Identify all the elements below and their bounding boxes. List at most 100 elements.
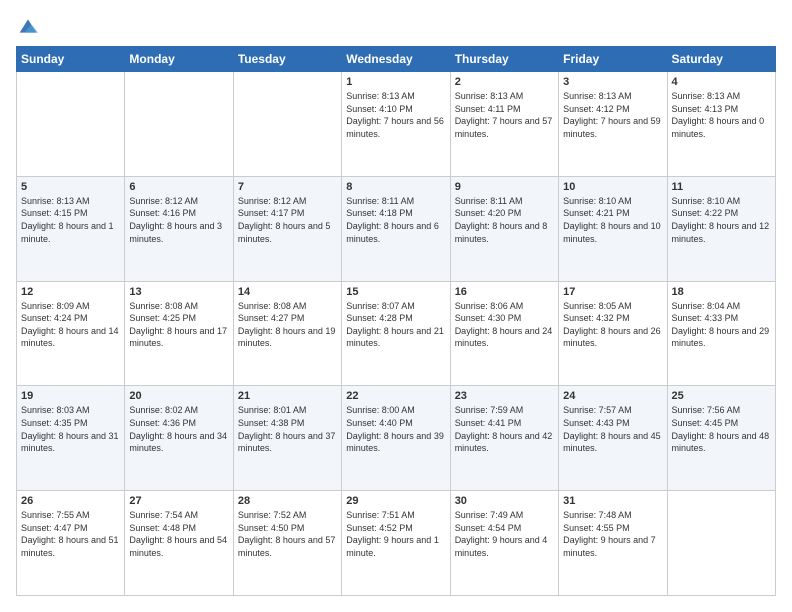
calendar-cell: 30 Sunrise: 7:49 AMSunset: 4:54 PMDayligh… [450, 491, 558, 596]
day-info: Sunrise: 7:59 AMSunset: 4:41 PMDaylight:… [455, 404, 554, 454]
day-number: 21 [238, 390, 337, 402]
calendar-cell: 23 Sunrise: 7:59 AMSunset: 4:41 PMDayligh… [450, 386, 558, 491]
day-number: 2 [455, 76, 554, 88]
day-info: Sunrise: 8:10 AMSunset: 4:21 PMDaylight:… [563, 195, 662, 245]
day-number: 10 [563, 181, 662, 193]
day-info: Sunrise: 8:08 AMSunset: 4:27 PMDaylight:… [238, 300, 337, 350]
calendar-cell: 18 Sunrise: 8:04 AMSunset: 4:33 PMDayligh… [667, 281, 775, 386]
weekday-header-thursday: Thursday [450, 47, 558, 72]
calendar-cell: 15 Sunrise: 8:07 AMSunset: 4:28 PMDayligh… [342, 281, 450, 386]
day-info: Sunrise: 8:13 AMSunset: 4:10 PMDaylight:… [346, 90, 445, 140]
day-number: 13 [129, 286, 228, 298]
day-number: 15 [346, 286, 445, 298]
calendar-cell: 7Sunrise: 8:12 AMSunset: 4:17 PMDaylight… [233, 176, 341, 281]
day-number: 16 [455, 286, 554, 298]
day-info: Sunrise: 8:12 AMSunset: 4:16 PMDaylight:… [129, 195, 228, 245]
day-number: 29 [346, 495, 445, 507]
weekday-header-sunday: Sunday [17, 47, 125, 72]
day-info: Sunrise: 7:51 AMSunset: 4:52 PMDaylight:… [346, 509, 445, 559]
day-number: 5 [21, 181, 120, 193]
day-number: 27 [129, 495, 228, 507]
day-info: Sunrise: 7:57 AMSunset: 4:43 PMDaylight:… [563, 404, 662, 454]
calendar-cell: 4 Sunrise: 8:13 AMSunset: 4:13 PMDaylight… [667, 72, 775, 177]
day-number: 28 [238, 495, 337, 507]
calendar-cell: 14 Sunrise: 8:08 AMSunset: 4:27 PMDayligh… [233, 281, 341, 386]
calendar-cell: 16 Sunrise: 8:06 AMSunset: 4:30 PMDayligh… [450, 281, 558, 386]
calendar-cell: 26 Sunrise: 7:55 AMSunset: 4:47 PMDayligh… [17, 491, 125, 596]
day-info: Sunrise: 8:12 AMSunset: 4:17 PMDaylight:… [238, 195, 337, 245]
day-info: Sunrise: 7:56 AMSunset: 4:45 PMDaylight:… [672, 404, 771, 454]
day-number: 25 [672, 390, 771, 402]
day-info: Sunrise: 8:13 AMSunset: 4:15 PMDaylight:… [21, 195, 120, 245]
day-info: Sunrise: 8:00 AMSunset: 4:40 PMDaylight:… [346, 404, 445, 454]
calendar-cell: 21Sunrise: 8:01 AMSunset: 4:38 PMDayligh… [233, 386, 341, 491]
calendar-cell: 17 Sunrise: 8:05 AMSunset: 4:32 PMDayligh… [559, 281, 667, 386]
calendar-cell: 27 Sunrise: 7:54 AMSunset: 4:48 PMDayligh… [125, 491, 233, 596]
day-number: 26 [21, 495, 120, 507]
calendar-cell: 28 Sunrise: 7:52 AMSunset: 4:50 PMDayligh… [233, 491, 341, 596]
day-number: 4 [672, 76, 771, 88]
calendar-cell: 9Sunrise: 8:11 AMSunset: 4:20 PMDaylight… [450, 176, 558, 281]
day-number: 1 [346, 76, 445, 88]
day-number: 6 [129, 181, 228, 193]
week-row-3: 12 Sunrise: 8:09 AMSunset: 4:24 PMDayligh… [17, 281, 776, 386]
calendar-cell: 10 Sunrise: 8:10 AMSunset: 4:21 PMDayligh… [559, 176, 667, 281]
calendar-cell: 31Sunrise: 7:48 AMSunset: 4:55 PMDayligh… [559, 491, 667, 596]
logo [16, 16, 38, 36]
calendar-cell: 25 Sunrise: 7:56 AMSunset: 4:45 PMDayligh… [667, 386, 775, 491]
calendar-cell: 20Sunrise: 8:02 AMSunset: 4:36 PMDayligh… [125, 386, 233, 491]
week-row-4: 19Sunrise: 8:03 AMSunset: 4:35 PMDayligh… [17, 386, 776, 491]
week-row-5: 26 Sunrise: 7:55 AMSunset: 4:47 PMDayligh… [17, 491, 776, 596]
day-info: Sunrise: 7:49 AMSunset: 4:54 PMDaylight:… [455, 509, 554, 559]
calendar-cell: 22 Sunrise: 8:00 AMSunset: 4:40 PMDayligh… [342, 386, 450, 491]
day-number: 14 [238, 286, 337, 298]
week-row-1: 1 Sunrise: 8:13 AMSunset: 4:10 PMDaylight… [17, 72, 776, 177]
day-info: Sunrise: 8:13 AMSunset: 4:13 PMDaylight:… [672, 90, 771, 140]
day-info: Sunrise: 7:48 AMSunset: 4:55 PMDaylight:… [563, 509, 662, 559]
day-info: Sunrise: 8:05 AMSunset: 4:32 PMDaylight:… [563, 300, 662, 350]
calendar-cell: 1 Sunrise: 8:13 AMSunset: 4:10 PMDaylight… [342, 72, 450, 177]
day-number: 18 [672, 286, 771, 298]
day-number: 11 [672, 181, 771, 193]
day-info: Sunrise: 8:04 AMSunset: 4:33 PMDaylight:… [672, 300, 771, 350]
calendar-cell [667, 491, 775, 596]
day-number: 8 [346, 181, 445, 193]
day-number: 23 [455, 390, 554, 402]
day-number: 19 [21, 390, 120, 402]
calendar-cell: 8 Sunrise: 8:11 AMSunset: 4:18 PMDaylight… [342, 176, 450, 281]
calendar-page: SundayMondayTuesdayWednesdayThursdayFrid… [0, 0, 792, 612]
calendar-cell [125, 72, 233, 177]
calendar-cell: 19Sunrise: 8:03 AMSunset: 4:35 PMDayligh… [17, 386, 125, 491]
calendar-cell: 11 Sunrise: 8:10 AMSunset: 4:22 PMDayligh… [667, 176, 775, 281]
day-info: Sunrise: 8:07 AMSunset: 4:28 PMDaylight:… [346, 300, 445, 350]
day-number: 17 [563, 286, 662, 298]
day-info: Sunrise: 8:10 AMSunset: 4:22 PMDaylight:… [672, 195, 771, 245]
calendar-cell: 2 Sunrise: 8:13 AMSunset: 4:11 PMDaylight… [450, 72, 558, 177]
weekday-header-monday: Monday [125, 47, 233, 72]
day-info: Sunrise: 8:08 AMSunset: 4:25 PMDaylight:… [129, 300, 228, 350]
day-info: Sunrise: 7:52 AMSunset: 4:50 PMDaylight:… [238, 509, 337, 559]
day-number: 9 [455, 181, 554, 193]
day-info: Sunrise: 8:13 AMSunset: 4:11 PMDaylight:… [455, 90, 554, 140]
calendar-cell [233, 72, 341, 177]
weekday-header-friday: Friday [559, 47, 667, 72]
day-number: 12 [21, 286, 120, 298]
weekday-header-tuesday: Tuesday [233, 47, 341, 72]
day-info: Sunrise: 8:09 AMSunset: 4:24 PMDaylight:… [21, 300, 120, 350]
calendar-cell: 13 Sunrise: 8:08 AMSunset: 4:25 PMDayligh… [125, 281, 233, 386]
calendar-cell: 5 Sunrise: 8:13 AMSunset: 4:15 PMDaylight… [17, 176, 125, 281]
day-number: 3 [563, 76, 662, 88]
calendar-table: SundayMondayTuesdayWednesdayThursdayFrid… [16, 46, 776, 596]
logo-icon [18, 16, 38, 36]
day-number: 24 [563, 390, 662, 402]
day-number: 30 [455, 495, 554, 507]
day-info: Sunrise: 8:11 AMSunset: 4:18 PMDaylight:… [346, 195, 445, 245]
weekday-header-saturday: Saturday [667, 47, 775, 72]
day-info: Sunrise: 7:54 AMSunset: 4:48 PMDaylight:… [129, 509, 228, 559]
day-info: Sunrise: 7:55 AMSunset: 4:47 PMDaylight:… [21, 509, 120, 559]
day-number: 22 [346, 390, 445, 402]
day-info: Sunrise: 8:06 AMSunset: 4:30 PMDaylight:… [455, 300, 554, 350]
header [16, 16, 776, 36]
weekday-header-row: SundayMondayTuesdayWednesdayThursdayFrid… [17, 47, 776, 72]
day-info: Sunrise: 8:13 AMSunset: 4:12 PMDaylight:… [563, 90, 662, 140]
